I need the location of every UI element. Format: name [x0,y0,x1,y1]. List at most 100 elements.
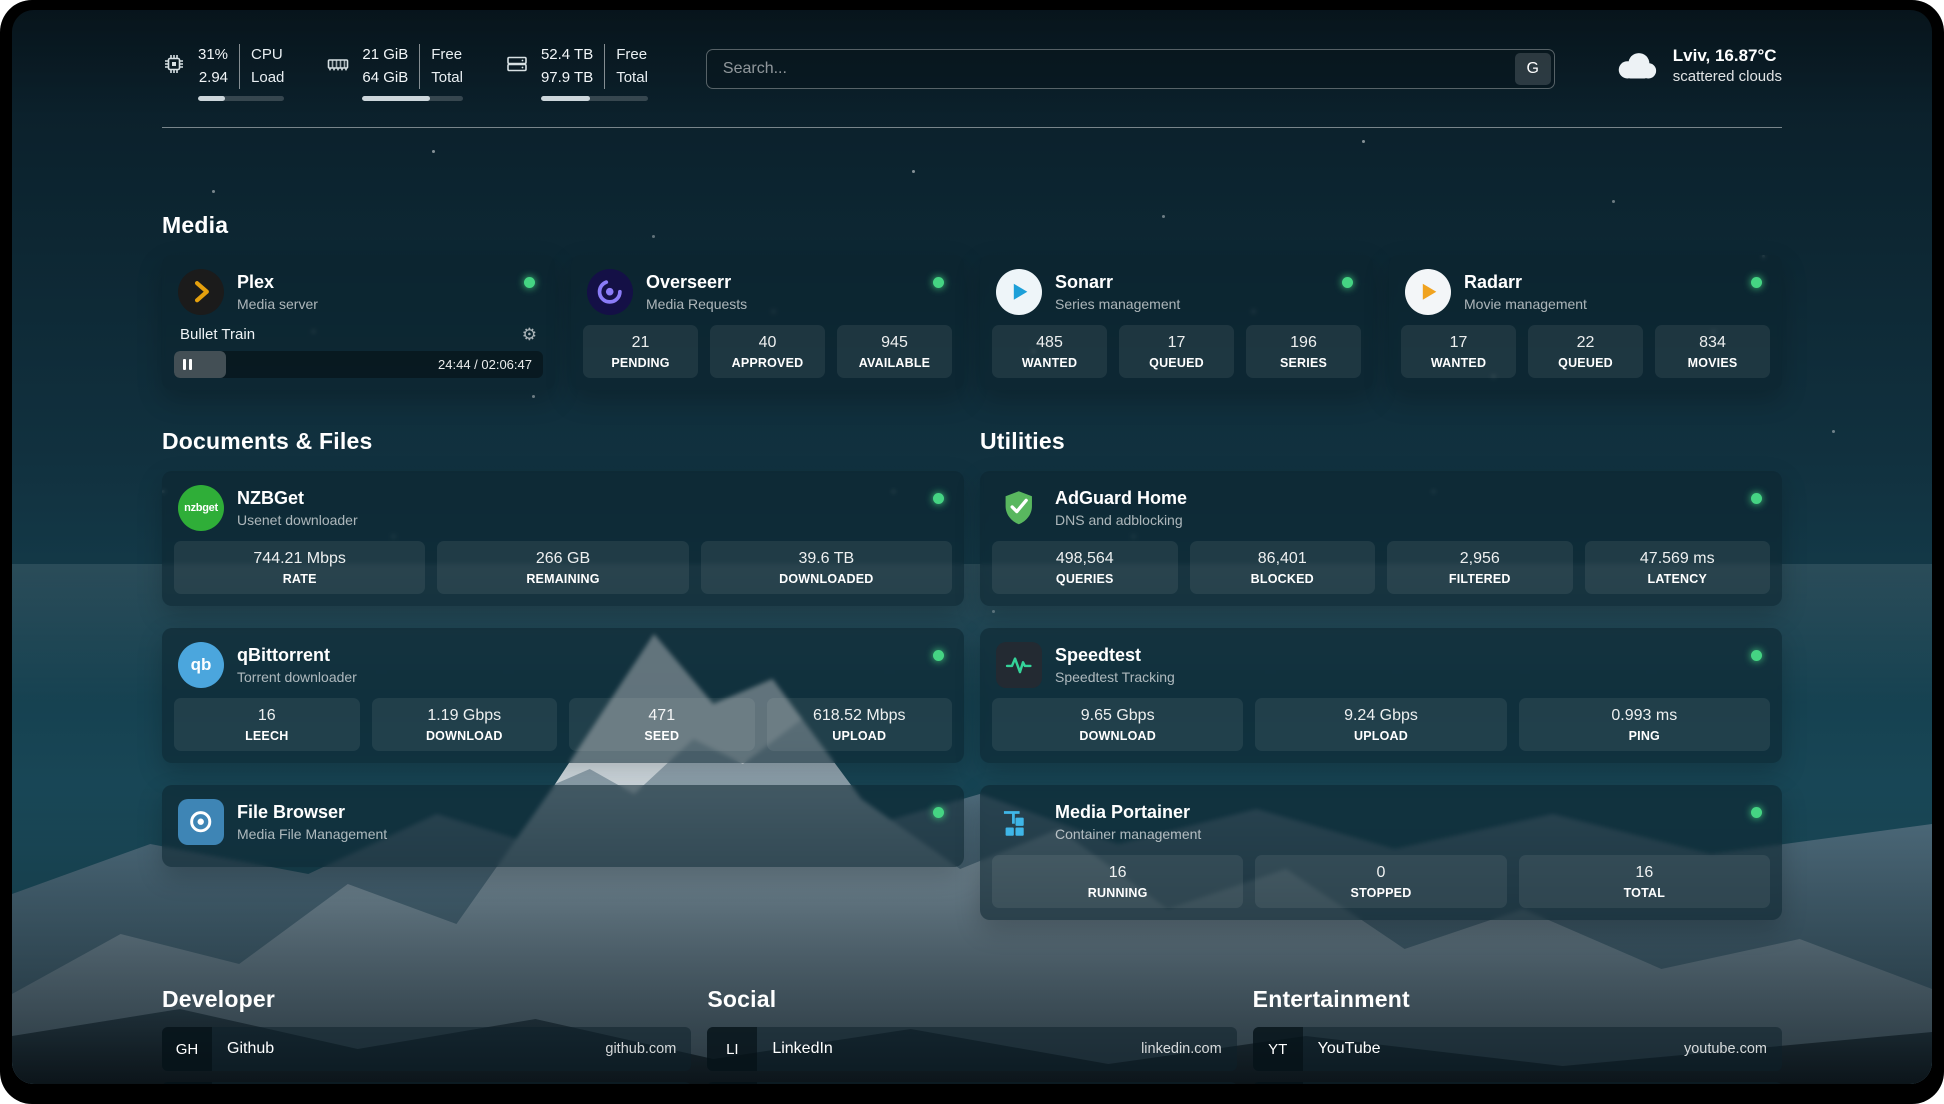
service-subtitle: Series management [1055,296,1180,312]
bookmark-url: linkedin.com [1141,1041,1222,1057]
stat-tile: 17QUEUED [1119,325,1234,378]
service-card-plex[interactable]: PlexMedia serverBullet Train⚙24:44 / 02:… [162,255,555,390]
section-title-documents-files: Documents & Files [162,428,964,455]
stat-tile: 471SEED [569,698,755,751]
weather-widget[interactable]: Lviv, 16.87°C scattered clouds [1613,46,1782,85]
service-subtitle: DNS and adblocking [1055,512,1187,528]
stat-value: 485 [998,334,1101,352]
service-name: NZBGet [237,488,358,509]
now-playing-row: Bullet Train⚙ [174,325,543,351]
status-dot [933,277,944,288]
stat-label: UPLOAD [773,729,947,743]
stat-label: PING [1525,729,1764,743]
service-card-adguard[interactable]: AdGuard HomeDNS and adblocking498,564QUE… [980,471,1782,606]
stat-label: WANTED [998,356,1101,370]
stat-value: 9.24 Gbps [1261,707,1500,725]
stat-tile: 945AVAILABLE [837,325,952,378]
service-subtitle: Torrent downloader [237,669,357,685]
service-card-qbittorrent[interactable]: qbqBittorrentTorrent downloader16LEECH1.… [162,628,964,763]
stat-tile: 16RUNNING [992,855,1243,908]
service-name: qBittorrent [237,645,357,666]
playback-time: 24:44 / 02:06:47 [438,357,532,372]
stat-value: 9.65 Gbps [998,707,1237,725]
bookmark-youtube[interactable]: YTYouTubeyoutube.com [1253,1027,1782,1071]
stat-tile: 0.993 msPING [1519,698,1770,751]
memory-icon [326,52,350,76]
service-titles: qBittorrent Torrent downloader [237,645,357,685]
service-header: nzbgetNZBGetUsenet downloader [174,481,952,541]
service-card-sonarr[interactable]: SonarrSeries management 485 WANTED 17QUEUED… [980,255,1373,390]
dashboard-content: 31% CPU 2.94 Load [162,10,1782,1084]
search-input[interactable] [706,49,1555,89]
memory-widget: 21 GiB Free 64 GiB Total [326,44,463,101]
radarr-icon [1405,269,1451,315]
stat-label: QUEUED [1125,356,1228,370]
disk-free-label: Free [604,44,648,67]
stats-grid: 21PENDING40APPROVED945AVAILABLE [583,325,952,378]
memory-free-label: Free [419,44,463,67]
disk-free-value: 52.4 TB [541,44,604,67]
service-card-radarr[interactable]: RadarrMovie management17WANTED22QUEUED83… [1389,255,1782,390]
bookmark-abbr: GH [162,1027,212,1071]
service-card-speedtest[interactable]: SpeedtestSpeedtest Tracking9.65 GbpsDOWN… [980,628,1782,763]
cloud-icon [1613,50,1659,82]
service-titles: AdGuard HomeDNS and adblocking [1055,488,1187,528]
stat-value: 1.19 Gbps [378,707,552,725]
bookmark-github[interactable]: GHGithubgithub.com [162,1027,691,1071]
section-title-media: Media [162,212,1782,239]
service-titles: RadarrMovie management [1464,272,1587,312]
section-documents-files: Documents & Files nzbgetNZBGetUsenet dow… [162,428,964,867]
service-card-filebrowser[interactable]: File BrowserMedia File Management [162,785,964,867]
memory-free-value: 21 GiB [362,44,419,67]
section-title-social: Social [707,986,1236,1013]
bookmark-netflix[interactable]: NFNetflixnetflix.com [1253,1082,1782,1084]
stat-value: 2,956 [1393,550,1567,568]
stat-tile: 47.569 msLATENCY [1585,541,1771,594]
stat-tile: 22QUEUED [1528,325,1643,378]
service-card-overseerr[interactable]: OverseerrMedia Requests 21PENDING40APPROV… [571,255,964,390]
portainer-icon [996,799,1042,845]
bookmark-url: github.com [605,1041,676,1057]
disk-total-value: 97.9 TB [541,67,604,90]
stat-value: 618.52 Mbps [773,707,947,725]
disk-widget: 52.4 TB Free 97.9 TB Total [505,44,648,101]
cpu-usage-bar [198,96,284,101]
service-name: File Browser [237,802,387,823]
cpu-label: CPU [239,44,284,67]
dashboard-background: 31% CPU 2.94 Load [12,10,1932,1084]
stat-tile: 0STOPPED [1255,855,1506,908]
snow-particles [12,10,15,13]
stat-label: BLOCKED [1196,572,1370,586]
weather-condition: scattered clouds [1673,68,1782,85]
service-titles: SonarrSeries management [1055,272,1180,312]
stat-tile: 86,401BLOCKED [1190,541,1376,594]
service-titles: NZBGetUsenet downloader [237,488,358,528]
service-subtitle: Speedtest Tracking [1055,669,1175,685]
stat-value: 945 [843,334,946,352]
bookmark-linkedin[interactable]: LILinkedInlinkedin.com [707,1027,1236,1071]
stat-label: QUERIES [998,572,1172,586]
stat-tile: 485 WANTED [992,325,1107,378]
stats-grid: 9.65 GbpsDOWNLOAD9.24 GbpsUPLOAD0.993 ms… [992,698,1770,751]
plex-icon [178,269,224,315]
status-dot [933,650,944,661]
stat-label: RUNNING [998,886,1237,900]
service-card-nzbget[interactable]: nzbgetNZBGetUsenet downloader 744.21 Mbps… [162,471,964,606]
playback-progress-bar[interactable]: 24:44 / 02:06:47 [174,351,543,378]
stats-grid: 485WANTED17QUEUED196SERIES [992,325,1361,378]
stat-label: MOVIES [1661,356,1764,370]
gear-icon[interactable]: ⚙ [522,326,537,343]
search-provider-button[interactable]: G [1515,53,1551,85]
stats-grid: 498,564QUERIES86,401BLOCKED2,956FILTERED… [992,541,1770,594]
bookmark-section-social: Social LILinkedInlinkedin.com TWTwittertwi… [707,986,1236,1084]
stat-value: 744.21 Mbps [180,550,419,568]
bookmark-twitter[interactable]: TWTwittertwitter.com [707,1082,1236,1084]
service-card-portainer[interactable]: Media PortainerContainer management16RUN… [980,785,1782,920]
service-titles: OverseerrMedia Requests [646,272,747,312]
section-title-developer: Developer [162,986,691,1013]
service-header: RadarrMovie management [1401,265,1770,325]
media-cards: PlexMedia serverBullet Train⚙24:44 / 02:… [162,255,1782,390]
pause-icon[interactable] [183,359,192,370]
bookmark-stackoverflow[interactable]: SOStackOverflowstackoverflow.com [162,1082,691,1084]
service-header: AdGuard HomeDNS and adblocking [992,481,1770,541]
